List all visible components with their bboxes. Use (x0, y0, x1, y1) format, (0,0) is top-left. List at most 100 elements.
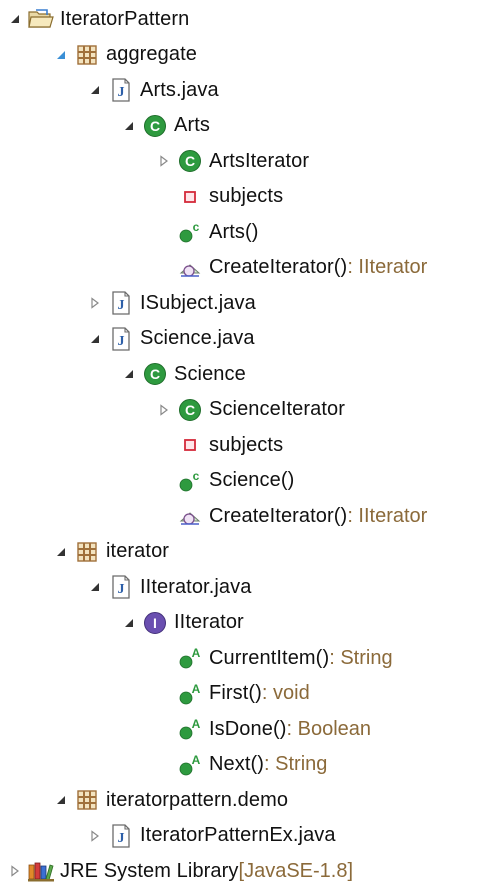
private-field-icon (177, 184, 203, 210)
method-currentitem[interactable]: A CurrentItem() : String (155, 641, 393, 675)
class-icon: C (142, 113, 168, 139)
method-first[interactable]: A First() : void (155, 677, 310, 711)
collapse-arrow-icon[interactable] (86, 330, 104, 348)
tree-item-label: aggregate (106, 43, 197, 65)
method-next[interactable]: A Next() : String (155, 748, 327, 782)
package-iterator[interactable]: iterator (52, 535, 169, 569)
file-isubject-java[interactable]: J ISubject.java (86, 286, 256, 320)
tree-item-label: subjects (209, 185, 284, 207)
expand-arrow-icon[interactable] (6, 862, 24, 880)
java-file-icon: J (108, 574, 134, 600)
return-type-label: : IIterator (347, 256, 428, 278)
tree-item-label: Science (174, 362, 246, 385)
collapse-arrow-icon[interactable] (120, 117, 138, 135)
tree-item-label: Next() (209, 753, 265, 775)
jre-system-library[interactable]: JRE System Library [JavaSE-1.8] (6, 854, 353, 888)
package-icon (74, 539, 100, 565)
interface-iiterator[interactable]: I IIterator (120, 606, 244, 640)
constructor-arts[interactable]: c Arts() (155, 215, 258, 249)
java-file-icon: J (108, 290, 134, 316)
method-createiterator-arts[interactable]: CreateIterator() : IIterator (155, 251, 427, 285)
method-isdone[interactable]: A IsDone() : Boolean (155, 712, 371, 746)
collapse-arrow-icon[interactable] (6, 10, 24, 28)
java-file-icon: J (108, 326, 134, 352)
class-scienceiterator[interactable]: C ScienceIterator (155, 393, 345, 427)
private-field-icon (177, 432, 203, 458)
tree-item-label: Arts.java (140, 78, 219, 101)
package-icon (74, 42, 100, 68)
tree-item-label: Arts() (209, 220, 259, 243)
return-type-label: : Boolean (286, 717, 372, 740)
tree-item-label: IteratorPattern (60, 7, 190, 30)
class-icon: C (177, 148, 203, 174)
tree-item-label: IsDone() (209, 717, 287, 740)
constructor-icon: c (177, 468, 203, 494)
tree-item-label: iterator (106, 540, 170, 562)
abstract-method-icon: A (177, 681, 203, 707)
tree-item-label: IIterator (174, 611, 244, 633)
collapse-arrow-icon[interactable] (120, 365, 138, 383)
method-createiterator-science[interactable]: CreateIterator() : IIterator (155, 499, 427, 533)
file-arts-java[interactable]: J Arts.java (86, 73, 219, 107)
expand-arrow-icon[interactable] (155, 401, 173, 419)
svg-text:C: C (185, 402, 195, 418)
return-type-label: : String (264, 753, 328, 775)
tree-item-label: ArtsIterator (209, 149, 310, 172)
class-arts[interactable]: C Arts (120, 109, 210, 143)
collapse-arrow-icon[interactable] (52, 46, 70, 64)
svg-text:J: J (118, 831, 125, 846)
tree-item-label: IteratorPatternEx.java (140, 824, 336, 846)
protected-method-icon (177, 255, 203, 281)
return-type-label: : void (261, 682, 310, 704)
tree-item-label: Science.java (140, 327, 255, 349)
svg-text:J: J (118, 582, 125, 597)
svg-text:A: A (192, 682, 201, 696)
abstract-method-icon: A (177, 645, 203, 671)
tree-item-label: Arts (174, 114, 210, 136)
expand-arrow-icon[interactable] (86, 294, 104, 312)
file-iiterator-java[interactable]: J IIterator.java (86, 570, 251, 604)
tree-item-label: CreateIterator() (209, 256, 348, 278)
field-subjects-arts[interactable]: subjects (155, 180, 283, 214)
svg-text:c: c (193, 469, 200, 483)
svg-text:C: C (185, 153, 195, 169)
svg-text:c: c (193, 220, 200, 234)
expand-arrow-icon[interactable] (86, 827, 104, 845)
package-aggregate[interactable]: aggregate (52, 38, 197, 72)
package-icon (74, 787, 100, 813)
abstract-method-icon: A (177, 752, 203, 778)
package-iteratorpattern-demo[interactable]: iteratorpattern.demo (52, 783, 288, 817)
svg-text:I: I (153, 615, 157, 631)
collapse-arrow-icon[interactable] (120, 614, 138, 632)
tree-item-label: JRE System Library (60, 859, 239, 882)
tree-item-label: ScienceIterator (209, 398, 346, 420)
file-iteratorpatternex-java[interactable]: J IteratorPatternEx.java (86, 819, 336, 853)
constructor-science[interactable]: c Science() (155, 464, 294, 498)
class-icon: C (177, 397, 203, 423)
svg-text:C: C (150, 118, 160, 134)
tree-item-label: iteratorpattern.demo (106, 788, 289, 811)
return-type-label: : IIterator (347, 504, 428, 527)
file-science-java[interactable]: J Science.java (86, 322, 255, 356)
java-file-icon: J (108, 77, 134, 103)
field-subjects-science[interactable]: subjects (155, 428, 283, 462)
svg-text:J: J (118, 298, 125, 313)
constructor-icon: c (177, 219, 203, 245)
collapse-arrow-icon[interactable] (86, 81, 104, 99)
project-iteratorpattern[interactable]: IteratorPattern (6, 2, 189, 36)
collapse-arrow-icon[interactable] (52, 543, 70, 561)
class-artsiterator[interactable]: C ArtsIterator (155, 144, 309, 178)
collapse-arrow-icon[interactable] (52, 791, 70, 809)
expand-arrow-icon[interactable] (155, 152, 173, 170)
collapse-arrow-icon[interactable] (86, 578, 104, 596)
tree-item-label: CreateIterator() (209, 504, 348, 527)
class-science[interactable]: C Science (120, 357, 246, 391)
